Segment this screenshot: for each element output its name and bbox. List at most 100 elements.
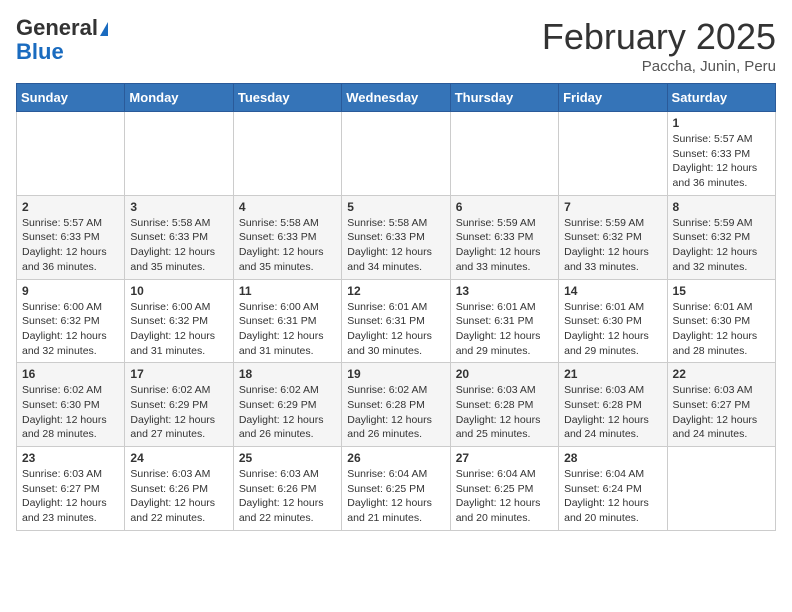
day-cell: 19Sunrise: 6:02 AM Sunset: 6:28 PM Dayli…	[342, 363, 450, 447]
day-number: 22	[673, 367, 770, 381]
day-number: 5	[347, 200, 444, 214]
day-info: Sunrise: 6:00 AM Sunset: 6:32 PM Dayligh…	[22, 300, 119, 359]
day-number: 16	[22, 367, 119, 381]
day-info: Sunrise: 5:58 AM Sunset: 6:33 PM Dayligh…	[130, 216, 227, 275]
day-cell	[233, 112, 341, 196]
day-info: Sunrise: 6:00 AM Sunset: 6:32 PM Dayligh…	[130, 300, 227, 359]
day-cell: 7 Sunrise: 5:59 AM Sunset: 6:32 PM Daylig…	[559, 195, 667, 279]
week-row-2: 2 Sunrise: 5:57 AM Sunset: 6:33 PM Daylig…	[17, 195, 776, 279]
day-cell: 1 Sunrise: 5:57 AM Sunset: 6:33 PM Daylig…	[667, 112, 775, 196]
day-cell: 4 Sunrise: 5:58 AM Sunset: 6:33 PM Daylig…	[233, 195, 341, 279]
day-cell	[667, 447, 775, 531]
day-number: 26	[347, 451, 444, 465]
day-info: Sunrise: 5:58 AM Sunset: 6:33 PM Dayligh…	[347, 216, 444, 275]
day-number: 7	[564, 200, 661, 214]
day-info: Sunrise: 6:02 AM Sunset: 6:28 PM Dayligh…	[347, 383, 444, 442]
day-number: 10	[130, 284, 227, 298]
day-cell: 9 Sunrise: 6:00 AM Sunset: 6:32 PM Daylig…	[17, 279, 125, 363]
week-row-3: 9 Sunrise: 6:00 AM Sunset: 6:32 PM Daylig…	[17, 279, 776, 363]
day-cell: 22 Sunrise: 6:03 AM Sunset: 6:27 PM Dayli…	[667, 363, 775, 447]
day-info: Sunrise: 5:57 AM Sunset: 6:33 PM Dayligh…	[673, 132, 770, 191]
day-cell: 26 Sunrise: 6:04 AM Sunset: 6:25 PM Dayli…	[342, 447, 450, 531]
day-number: 12	[347, 284, 444, 298]
day-number: 28	[564, 451, 661, 465]
logo: General Blue	[16, 16, 108, 64]
day-number: 25	[239, 451, 336, 465]
day-cell: 3 Sunrise: 5:58 AM Sunset: 6:33 PM Daylig…	[125, 195, 233, 279]
day-cell: 5 Sunrise: 5:58 AM Sunset: 6:33 PM Daylig…	[342, 195, 450, 279]
day-cell: 11 Sunrise: 6:00 AM Sunset: 6:31 PM Dayli…	[233, 279, 341, 363]
day-cell	[125, 112, 233, 196]
day-info: Sunrise: 6:03 AM Sunset: 6:27 PM Dayligh…	[673, 383, 770, 442]
day-cell: 13 Sunrise: 6:01 AM Sunset: 6:31 PM Dayli…	[450, 279, 558, 363]
day-info: Sunrise: 5:59 AM Sunset: 6:33 PM Dayligh…	[456, 216, 553, 275]
day-cell: 12 Sunrise: 6:01 AM Sunset: 6:31 PM Dayli…	[342, 279, 450, 363]
day-cell: 8Sunrise: 5:59 AM Sunset: 6:32 PM Daylig…	[667, 195, 775, 279]
day-number: 9	[22, 284, 119, 298]
day-cell	[559, 112, 667, 196]
day-cell: 14 Sunrise: 6:01 AM Sunset: 6:30 PM Dayli…	[559, 279, 667, 363]
day-info: Sunrise: 6:04 AM Sunset: 6:24 PM Dayligh…	[564, 467, 661, 526]
day-cell: 17 Sunrise: 6:02 AM Sunset: 6:29 PM Dayli…	[125, 363, 233, 447]
day-info: Sunrise: 6:01 AM Sunset: 6:30 PM Dayligh…	[673, 300, 770, 359]
week-row-1: 1 Sunrise: 5:57 AM Sunset: 6:33 PM Daylig…	[17, 112, 776, 196]
weekday-header-monday: Monday	[125, 84, 233, 112]
week-row-5: 23 Sunrise: 6:03 AM Sunset: 6:27 PM Dayli…	[17, 447, 776, 531]
weekday-header-row: SundayMondayTuesdayWednesdayThursdayFrid…	[17, 84, 776, 112]
weekday-header-sunday: Sunday	[17, 84, 125, 112]
day-cell: 6 Sunrise: 5:59 AM Sunset: 6:33 PM Daylig…	[450, 195, 558, 279]
day-cell: 2 Sunrise: 5:57 AM Sunset: 6:33 PM Daylig…	[17, 195, 125, 279]
day-number: 4	[239, 200, 336, 214]
day-cell: 10 Sunrise: 6:00 AM Sunset: 6:32 PM Dayli…	[125, 279, 233, 363]
day-cell: 28 Sunrise: 6:04 AM Sunset: 6:24 PM Dayli…	[559, 447, 667, 531]
day-info: Sunrise: 5:59 AM Sunset: 6:32 PM Dayligh…	[564, 216, 661, 275]
day-number: 1	[673, 116, 770, 130]
day-number: 14	[564, 284, 661, 298]
day-info: Sunrise: 6:01 AM Sunset: 6:31 PM Dayligh…	[347, 300, 444, 359]
day-number: 21	[564, 367, 661, 381]
day-cell: 18 Sunrise: 6:02 AM Sunset: 6:29 PM Dayli…	[233, 363, 341, 447]
day-info: Sunrise: 6:03 AM Sunset: 6:27 PM Dayligh…	[22, 467, 119, 526]
day-number: 13	[456, 284, 553, 298]
logo-general: General	[16, 15, 98, 40]
day-cell	[342, 112, 450, 196]
day-info: Sunrise: 5:57 AM Sunset: 6:33 PM Dayligh…	[22, 216, 119, 275]
weekday-header-thursday: Thursday	[450, 84, 558, 112]
day-number: 18	[239, 367, 336, 381]
title-area: February 2025 Paccha, Junin, Peru	[542, 16, 776, 75]
day-number: 2	[22, 200, 119, 214]
day-info: Sunrise: 6:02 AM Sunset: 6:29 PM Dayligh…	[130, 383, 227, 442]
day-cell	[17, 112, 125, 196]
day-info: Sunrise: 6:01 AM Sunset: 6:31 PM Dayligh…	[456, 300, 553, 359]
day-number: 8	[673, 200, 770, 214]
day-info: Sunrise: 6:03 AM Sunset: 6:28 PM Dayligh…	[456, 383, 553, 442]
day-number: 23	[22, 451, 119, 465]
weekday-header-tuesday: Tuesday	[233, 84, 341, 112]
day-info: Sunrise: 6:00 AM Sunset: 6:31 PM Dayligh…	[239, 300, 336, 359]
day-info: Sunrise: 6:03 AM Sunset: 6:26 PM Dayligh…	[130, 467, 227, 526]
day-cell: 15 Sunrise: 6:01 AM Sunset: 6:30 PM Dayli…	[667, 279, 775, 363]
day-number: 27	[456, 451, 553, 465]
day-cell	[450, 112, 558, 196]
day-info: Sunrise: 6:04 AM Sunset: 6:25 PM Dayligh…	[456, 467, 553, 526]
day-cell: 23 Sunrise: 6:03 AM Sunset: 6:27 PM Dayli…	[17, 447, 125, 531]
day-number: 17	[130, 367, 227, 381]
day-info: Sunrise: 6:01 AM Sunset: 6:30 PM Dayligh…	[564, 300, 661, 359]
day-info: Sunrise: 5:58 AM Sunset: 6:33 PM Dayligh…	[239, 216, 336, 275]
day-number: 11	[239, 284, 336, 298]
day-number: 6	[456, 200, 553, 214]
week-row-4: 16Sunrise: 6:02 AM Sunset: 6:30 PM Dayli…	[17, 363, 776, 447]
day-number: 3	[130, 200, 227, 214]
day-info: Sunrise: 6:04 AM Sunset: 6:25 PM Dayligh…	[347, 467, 444, 526]
calendar-table: SundayMondayTuesdayWednesdayThursdayFrid…	[16, 83, 776, 531]
day-number: 20	[456, 367, 553, 381]
day-cell: 21Sunrise: 6:03 AM Sunset: 6:28 PM Dayli…	[559, 363, 667, 447]
day-cell: 27 Sunrise: 6:04 AM Sunset: 6:25 PM Dayli…	[450, 447, 558, 531]
day-info: Sunrise: 6:02 AM Sunset: 6:29 PM Dayligh…	[239, 383, 336, 442]
month-title: February 2025	[542, 16, 776, 58]
day-number: 15	[673, 284, 770, 298]
day-cell: 20 Sunrise: 6:03 AM Sunset: 6:28 PM Dayli…	[450, 363, 558, 447]
day-cell: 16Sunrise: 6:02 AM Sunset: 6:30 PM Dayli…	[17, 363, 125, 447]
location: Paccha, Junin, Peru	[542, 58, 776, 75]
weekday-header-wednesday: Wednesday	[342, 84, 450, 112]
